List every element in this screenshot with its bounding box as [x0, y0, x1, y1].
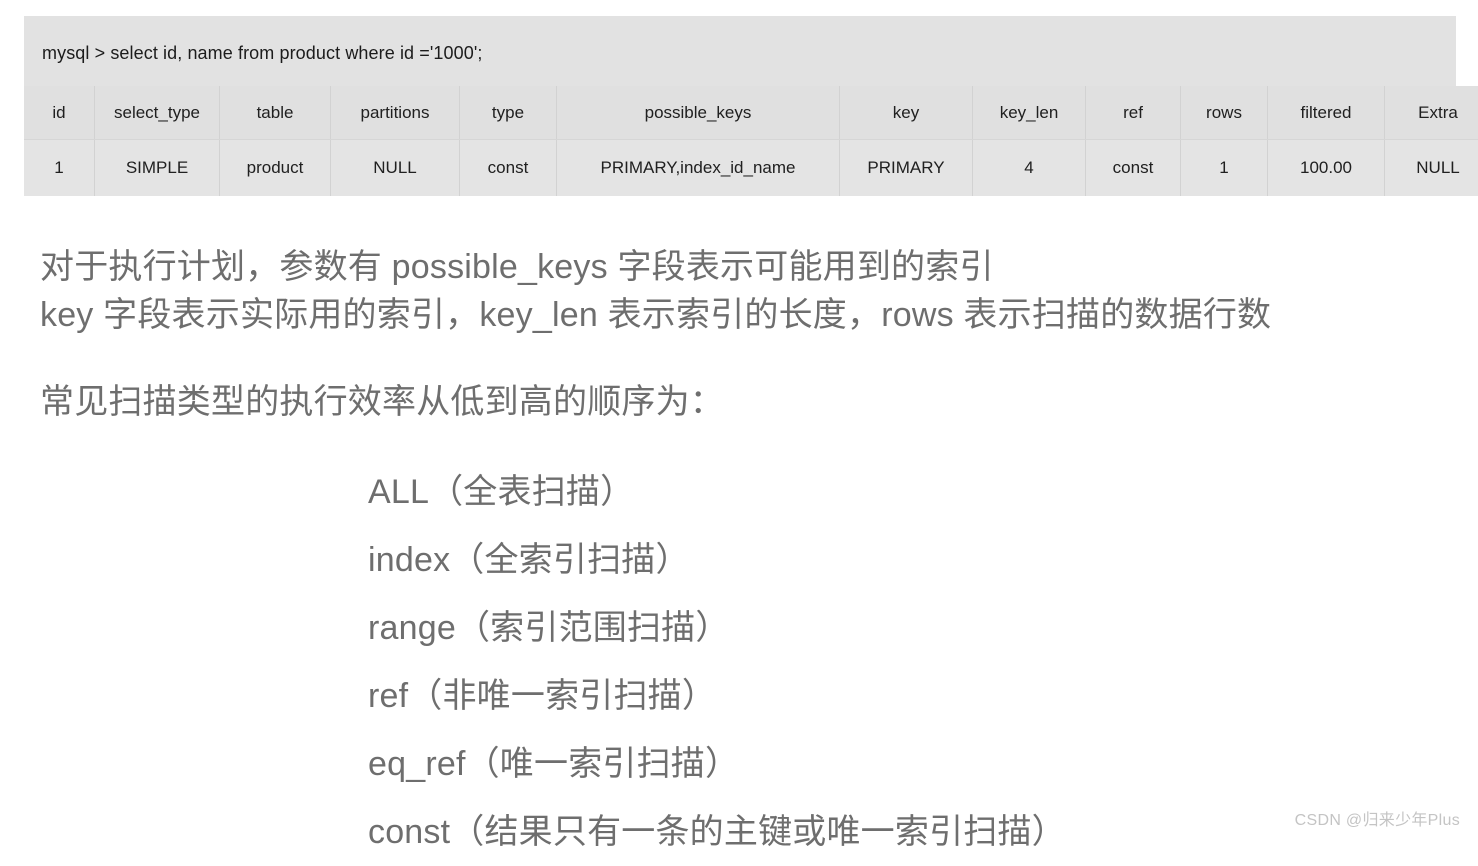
cell-id: 1 — [24, 140, 95, 197]
list-item: eq_ref（唯一索引扫描） — [368, 730, 1066, 798]
column-header-partitions: partitions — [331, 86, 460, 140]
scan-types-lead: 常见扫描类型的执行效率从低到高的顺序为： — [40, 378, 724, 426]
list-item: range（索引范围扫描） — [368, 594, 1066, 662]
cell-select-type: SIMPLE — [95, 140, 220, 197]
cell-table: product — [220, 140, 331, 197]
column-header-select-type: select_type — [95, 86, 220, 140]
column-header-extra: Extra — [1385, 86, 1478, 140]
column-header-key: key — [840, 86, 973, 140]
column-header-key-len: key_len — [973, 86, 1086, 140]
cell-key-len: 4 — [973, 140, 1086, 197]
column-header-possible-keys: possible_keys — [557, 86, 840, 140]
cell-extra: NULL — [1385, 140, 1478, 197]
cell-ref: const — [1086, 140, 1181, 197]
list-item: ref（非唯一索引扫描） — [368, 662, 1066, 730]
list-item: ALL（全表扫描） — [368, 458, 1066, 526]
table-header-row: id select_type table partitions type pos… — [24, 86, 1478, 140]
column-header-filtered: filtered — [1268, 86, 1385, 140]
csdn-watermark: CSDN @归来少年Plus — [1295, 806, 1460, 830]
cell-type: const — [460, 140, 557, 197]
cell-possible-keys: PRIMARY,index_id_name — [557, 140, 840, 197]
cell-key: PRIMARY — [840, 140, 973, 197]
explain-output-panel: mysql > select id, name from product whe… — [24, 16, 1456, 196]
column-header-type: type — [460, 86, 557, 140]
column-header-ref: ref — [1086, 86, 1181, 140]
cell-filtered: 100.00 — [1268, 140, 1385, 197]
cell-partitions: NULL — [331, 140, 460, 197]
column-header-table: table — [220, 86, 331, 140]
explain-description: 对于执行计划，参数有 possible_keys 字段表示可能用到的索引 key… — [40, 243, 1460, 339]
description-line-2: key 字段表示实际用的索引，key_len 表示索引的长度，rows 表示扫描… — [40, 291, 1460, 339]
sql-query-line: mysql > select id, name from product whe… — [24, 16, 1456, 86]
explain-result-table: id select_type table partitions type pos… — [24, 86, 1478, 196]
scan-types-list: ALL（全表扫描） index（全索引扫描） range（索引范围扫描） ref… — [368, 458, 1066, 866]
column-header-id: id — [24, 86, 95, 140]
cell-rows: 1 — [1181, 140, 1268, 197]
list-item: const（结果只有一条的主键或唯一索引扫描） — [368, 798, 1066, 866]
column-header-rows: rows — [1181, 86, 1268, 140]
table-row: 1 SIMPLE product NULL const PRIMARY,inde… — [24, 140, 1478, 197]
list-item: index（全索引扫描） — [368, 526, 1066, 594]
description-line-1: 对于执行计划，参数有 possible_keys 字段表示可能用到的索引 — [40, 243, 1460, 291]
